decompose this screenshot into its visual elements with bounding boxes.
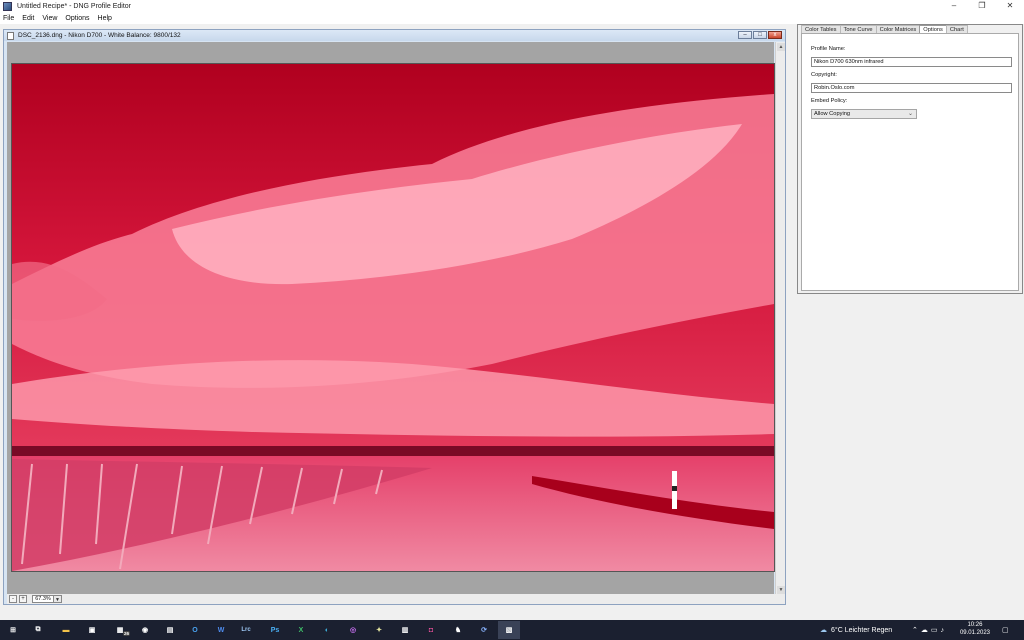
notifications-icon[interactable]: ▢ (1002, 620, 1009, 640)
lightroom-classic-icon[interactable]: Lrc (239, 623, 253, 637)
windows-start-icon[interactable]: ⊞ (6, 623, 20, 637)
desktop: Untitled Recipe* - DNG Profile Editor – … (0, 0, 1024, 640)
dng-profile-editor-icon[interactable]: ▧ (498, 621, 520, 639)
window-title: Untitled Recipe* - DNG Profile Editor (17, 2, 131, 10)
app-icon-1[interactable]: ◉ (138, 623, 152, 637)
calculator-icon[interactable]: ▤ (163, 623, 177, 637)
document-icon (7, 31, 14, 40)
chevron-down-icon: ⌄ (907, 111, 913, 117)
copyright-field[interactable]: Robin.Oslo.com (811, 83, 1012, 93)
app-icon-5[interactable]: ⟳ (477, 623, 491, 637)
cloud-rain-icon: ☁ (820, 627, 827, 634)
zoom-in-button[interactable]: + (19, 595, 27, 603)
image-close-button[interactable]: x (768, 31, 782, 39)
close-button[interactable]: ✕ (996, 0, 1024, 12)
embed-policy-value: Allow Copying (814, 111, 851, 117)
excel-icon[interactable]: X (294, 623, 308, 637)
infrared-photo (11, 63, 775, 572)
clock[interactable]: 10:26 09.01.2023 (960, 622, 990, 637)
menu-bar: File Edit View Options Help (0, 12, 1024, 24)
weather-widget[interactable]: ☁ 6°C Leichter Regen (820, 620, 892, 640)
outlook-icon[interactable]: O (188, 623, 202, 637)
options-tab-content: Profile Name: Nikon D700 630nm infrared … (801, 33, 1019, 291)
app-icon-2[interactable]: ✦ (372, 623, 386, 637)
embed-policy-select[interactable]: Allow Copying ⌄ (811, 109, 917, 119)
tray-chevron-up-icon[interactable]: ⌃ (912, 626, 921, 634)
zoom-out-button[interactable]: - (9, 595, 17, 603)
image-maximize-button[interactable]: □ (753, 31, 767, 39)
store-icon[interactable]: ▣ (85, 623, 99, 637)
system-tray-icons[interactable]: ⌃ ☁ ▭ ♪ (912, 620, 947, 640)
photoshop-icon[interactable]: Ps (268, 623, 282, 637)
menu-edit[interactable]: Edit (22, 15, 34, 22)
messenger-icon[interactable]: ◎ (346, 623, 360, 637)
weather-text: 6°C Leichter Regen (831, 626, 893, 634)
scroll-down-arrow[interactable]: ▼ (777, 586, 785, 594)
network-icon[interactable]: ▭ (931, 626, 941, 634)
photo-graphic (12, 64, 774, 571)
calendar-badge: 26 (122, 631, 130, 636)
profile-name-field[interactable]: Nikon D700 630nm infrared (811, 57, 1012, 67)
profile-name-label: Profile Name: (811, 46, 846, 52)
dng-profile-editor-app-icon (3, 1, 12, 11)
image-window-title-bar[interactable]: DSC_2136.dng - Nikon D700 - White Balanc… (4, 30, 785, 41)
profile-panel: Color Tables Tone Curve Color Matrices O… (797, 24, 1023, 294)
clock-date: 09.01.2023 (959, 629, 990, 636)
image-status-bar: - + 67.3% ▼ (7, 594, 785, 604)
embed-policy-label: Embed Policy: (811, 98, 848, 104)
task-view-icon[interactable]: ⧉ (31, 623, 45, 637)
menu-options[interactable]: Options (65, 15, 89, 22)
image-window-title: DSC_2136.dng - Nikon D700 - White Balanc… (18, 32, 181, 39)
instagram-icon[interactable]: ◘ (424, 623, 438, 637)
app-icon-4[interactable]: ♞ (451, 623, 465, 637)
calendar-icon[interactable]: ▦ 26 (113, 623, 130, 637)
image-minimize-button[interactable]: – (738, 31, 752, 39)
word-icon[interactable]: W (214, 623, 228, 637)
onedrive-cloud-icon[interactable]: ☁ (921, 626, 931, 634)
clock-time: 10:26 (967, 622, 983, 628)
zoom-dropdown-icon[interactable]: ▼ (54, 595, 62, 603)
volume-icon[interactable]: ♪ (941, 627, 948, 634)
copyright-label: Copyright: (811, 72, 837, 78)
taskbar: ⊞ ⧉ ▬ ▣ ▦ 26 ◉ ▤ O W Lrc Ps X ◐ ◎ ✦ ▥ ◘ … (0, 620, 1024, 640)
minimize-button[interactable]: – (940, 0, 968, 12)
image-canvas[interactable] (7, 42, 775, 595)
menu-help[interactable]: Help (98, 15, 112, 22)
menu-file[interactable]: File (3, 15, 14, 22)
restore-button[interactable]: ❐ (968, 0, 996, 12)
post-marker (672, 486, 677, 491)
file-explorer-icon[interactable]: ▬ (59, 623, 73, 637)
scroll-up-arrow[interactable]: ▲ (777, 43, 785, 51)
zoom-level[interactable]: 67.3% (32, 595, 54, 603)
image-window: DSC_2136.dng - Nikon D700 - White Balanc… (3, 29, 786, 605)
app-icon-3[interactable]: ▥ (398, 623, 412, 637)
image-window-controls: – □ x (737, 31, 782, 39)
vertical-scrollbar[interactable]: ▲ ▼ (775, 42, 785, 595)
menu-view[interactable]: View (42, 15, 57, 22)
edge-icon[interactable]: ◐ (320, 623, 334, 637)
title-bar: Untitled Recipe* - DNG Profile Editor – … (0, 0, 1024, 12)
window-controls: – ❐ ✕ (940, 0, 1024, 12)
